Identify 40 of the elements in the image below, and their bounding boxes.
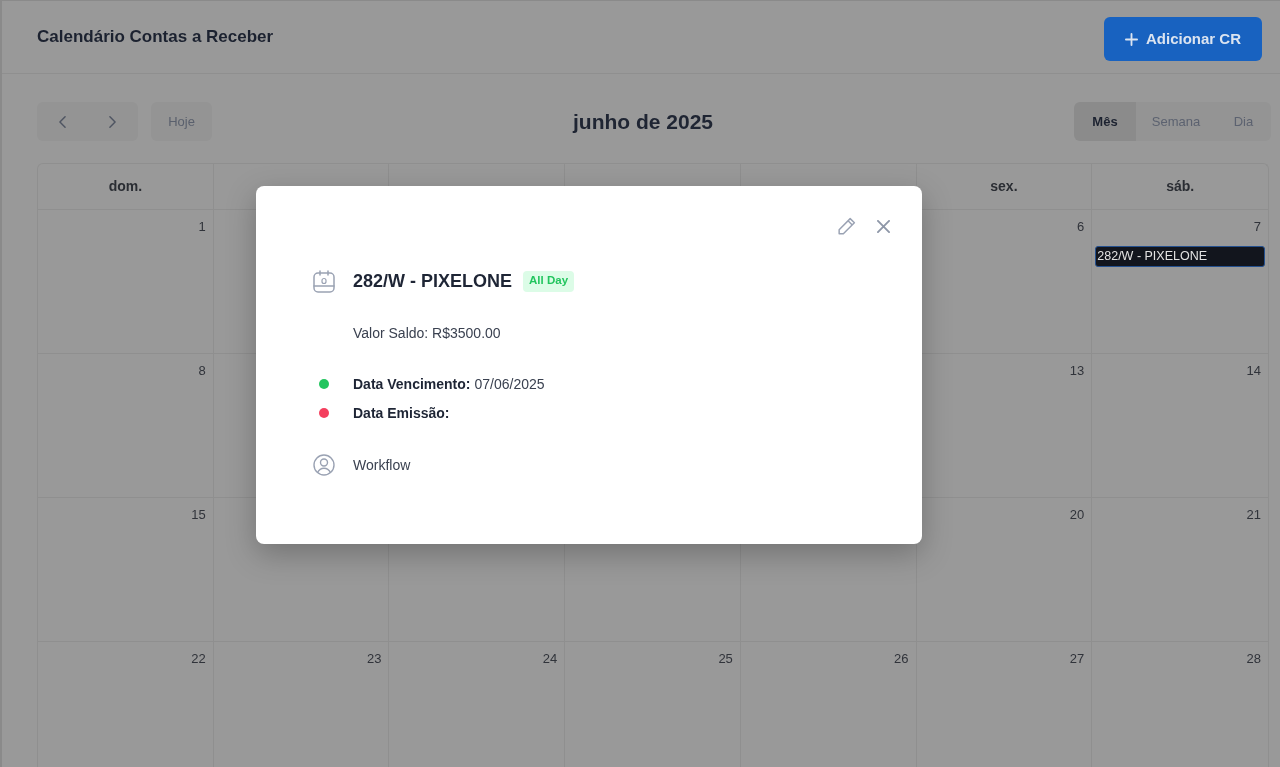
- day-number: 28: [1246, 650, 1262, 668]
- day-number: 1: [198, 218, 207, 236]
- day-number: 22: [191, 650, 207, 668]
- day-number: 15: [191, 506, 207, 524]
- close-button[interactable]: [877, 219, 890, 233]
- day-number: 14: [1246, 362, 1262, 380]
- day-number: 20: [1069, 506, 1086, 524]
- day-number: 21: [1246, 506, 1262, 524]
- day-number: 7: [1253, 218, 1262, 236]
- view-tab[interactable]: Mês: [1074, 102, 1136, 141]
- chevron-right-icon: [109, 115, 116, 128]
- chevron-left-icon: [58, 115, 66, 128]
- add-button[interactable]: Adicionar CR: [1104, 17, 1262, 61]
- weekday-label: dom.: [108, 177, 143, 196]
- date-value: 07/06/2025: [474, 374, 545, 394]
- all-day-badge: All Day: [523, 270, 575, 292]
- balance-text: Valor Saldo: R$3500.00: [353, 324, 501, 343]
- weekday-label: sex.: [990, 177, 1018, 196]
- weekday-label: sáb.: [1166, 177, 1195, 196]
- pencil-icon: [836, 215, 857, 237]
- month-title: junho de 2025: [572, 108, 713, 135]
- day-number: 13: [1069, 362, 1086, 380]
- day-number: 25: [718, 650, 734, 668]
- owner-name: Workflow: [353, 455, 411, 475]
- day-number: 23: [366, 650, 383, 668]
- date-label: Data Emissão:: [353, 403, 450, 423]
- calendar-event[interactable]: 282/W - PIXELONE: [1095, 245, 1265, 267]
- event-title: 282/W - PIXELONE: [353, 269, 513, 293]
- day-number: 27: [1069, 650, 1086, 668]
- day-number: 26: [894, 650, 910, 668]
- day-number: 8: [198, 362, 207, 380]
- edit-button[interactable]: [836, 215, 857, 237]
- day-number: 6: [1077, 218, 1086, 236]
- close-icon: [877, 219, 890, 233]
- calendar-icon: [313, 269, 335, 293]
- plus-icon: [1125, 32, 1138, 46]
- date-label: Data Vencimento:: [353, 374, 471, 394]
- user-icon: [313, 454, 335, 476]
- page-title: Calendário Contas a Receber: [37, 26, 274, 49]
- day-number: 24: [542, 650, 559, 668]
